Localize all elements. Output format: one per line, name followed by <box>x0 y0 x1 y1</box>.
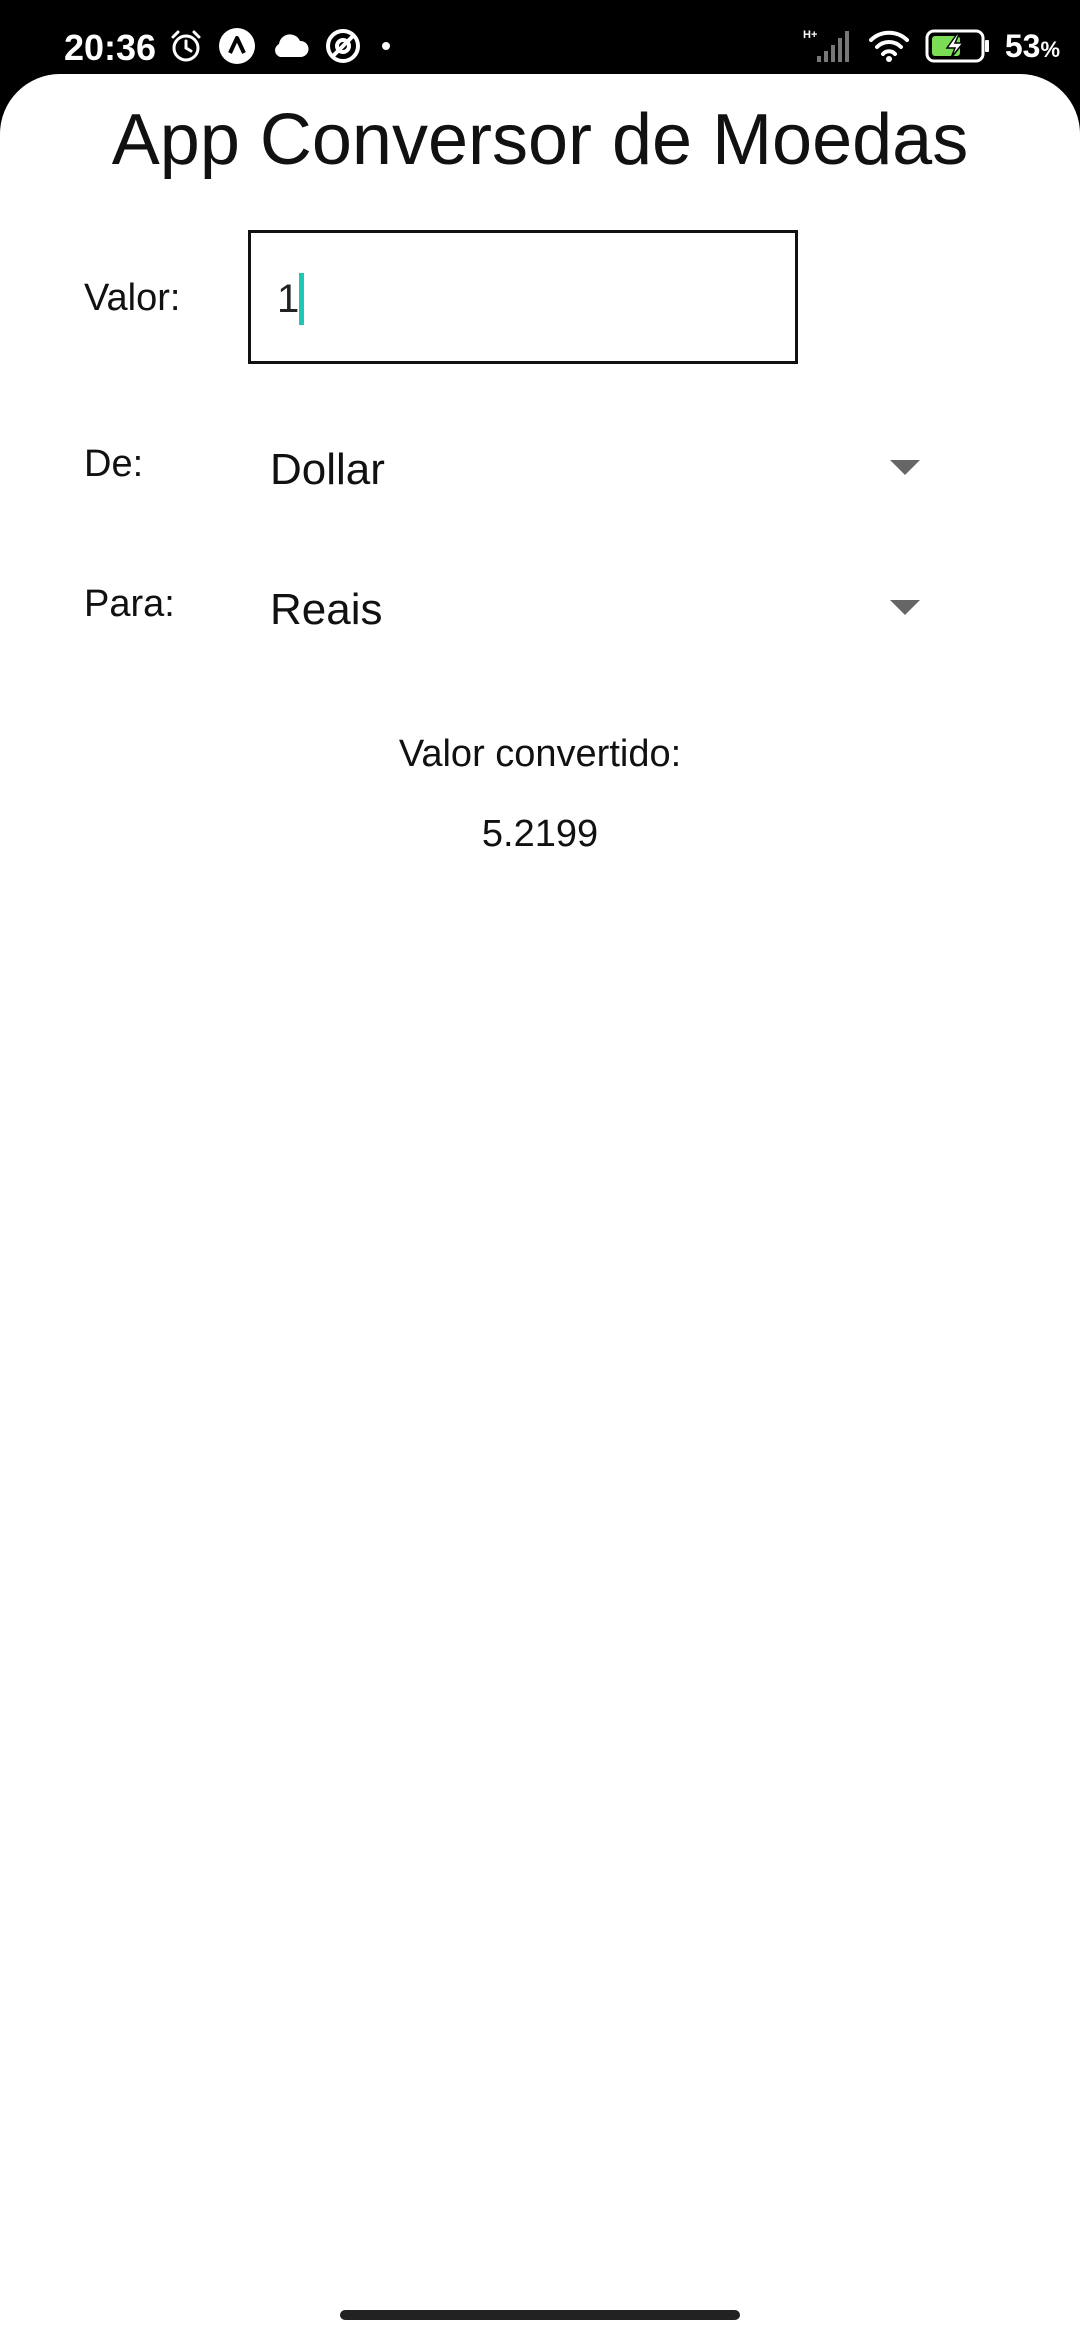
to-currency-value: Reais <box>270 585 383 634</box>
converted-value-label: Valor convertido: <box>398 733 682 775</box>
alarm-icon <box>168 28 204 69</box>
cloud-icon <box>270 31 310 66</box>
screen: 20:36 H+ 53% App Conversor de Moedas Val… <box>0 0 1080 2340</box>
status-time: 20:36 <box>64 27 157 68</box>
amount-input-value: 1 <box>277 277 300 321</box>
svg-text:H+: H+ <box>803 29 817 41</box>
status-icons-right: H+ 53% <box>803 26 1060 70</box>
page-title: App Conversor de Moedas <box>111 100 969 180</box>
from-currency-select[interactable]: Dollar <box>270 434 930 504</box>
amount-input[interactable]: 1 <box>248 230 798 364</box>
chevron-down-icon <box>890 460 920 475</box>
to-currency-label: Para: <box>84 583 175 625</box>
app-content: App Conversor de Moedas Valor: 1 De: Dol… <box>0 74 1080 2340</box>
from-currency-value: Dollar <box>270 445 385 494</box>
amount-label: Valor: <box>84 277 181 319</box>
text-caret <box>299 273 304 325</box>
status-icons-left <box>168 26 396 70</box>
app-notification-icon <box>218 27 256 70</box>
battery-charging-icon <box>925 28 991 69</box>
from-currency-label: De: <box>84 443 144 485</box>
vpn-icon <box>324 27 362 70</box>
hplus-signal-icon: H+ <box>803 26 853 71</box>
dot-icon <box>376 36 396 61</box>
wifi-icon <box>867 28 911 69</box>
battery-percentage: 53% <box>1004 28 1060 64</box>
chevron-down-icon <box>890 600 920 615</box>
home-indicator[interactable] <box>340 2310 740 2320</box>
to-currency-select[interactable]: Reais <box>270 574 930 644</box>
converted-value: 5.2199 <box>481 813 599 855</box>
